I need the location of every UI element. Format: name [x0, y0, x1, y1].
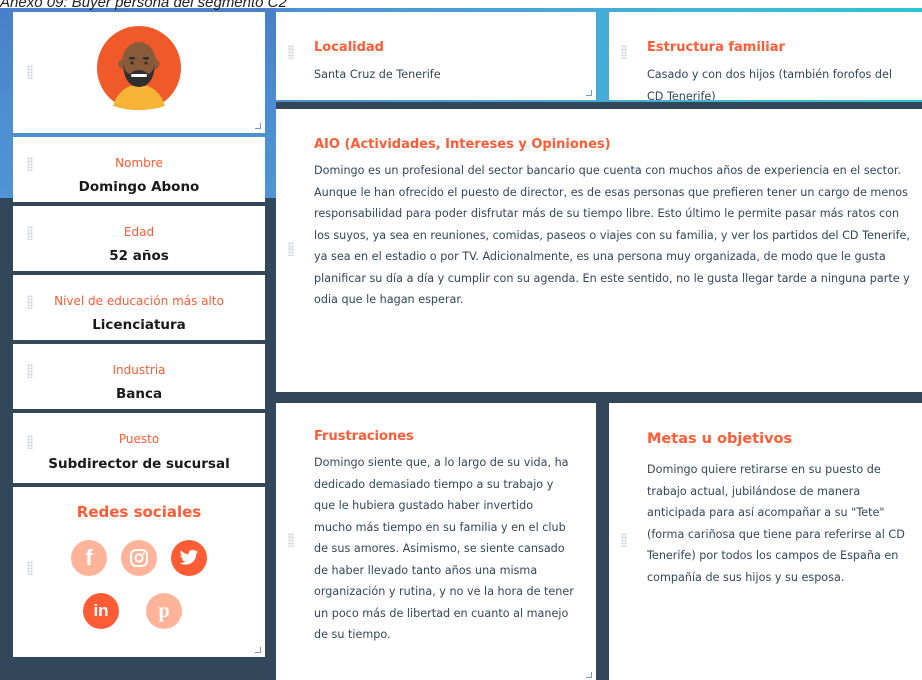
- drag-handle-icon[interactable]: [621, 45, 627, 59]
- localidad-card[interactable]: Localidad Santa Cruz de Tenerife: [276, 12, 596, 100]
- field-value: 52 años: [109, 248, 169, 264]
- twitter-icon[interactable]: [171, 540, 207, 576]
- field-value: Domingo Abono: [78, 179, 200, 195]
- field-card-puesto[interactable]: Puesto Subdirector de sucursal: [13, 413, 265, 483]
- frustraciones-title: Frustraciones: [314, 429, 414, 444]
- resize-handle-icon[interactable]: [586, 672, 592, 678]
- aio-text: Domingo es un profesional del sector ban…: [314, 164, 910, 306]
- drag-handle-icon[interactable]: [27, 561, 33, 575]
- pinterest-glyph: p: [158, 599, 170, 622]
- resize-handle-icon[interactable]: [255, 123, 261, 129]
- aio-title: AIO (Actividades, Intereses y Opiniones): [314, 137, 611, 152]
- drag-handle-icon[interactable]: [27, 65, 33, 79]
- social-title: Redes sociales: [76, 503, 202, 521]
- localidad-text: Santa Cruz de Tenerife: [314, 68, 441, 81]
- field-label: Nombre: [115, 156, 163, 170]
- field-label: Nivel de educación más alto: [54, 294, 224, 308]
- estructura-text-value: Casado y con dos hijos (también forofos …: [647, 68, 893, 100]
- estructura-title: Estructura familiar: [647, 40, 785, 55]
- linkedin-glyph: in: [93, 601, 109, 620]
- pinterest-icon[interactable]: p: [146, 593, 182, 629]
- metas-title: Metas u objetivos: [647, 431, 793, 447]
- linkedin-icon[interactable]: in: [83, 593, 119, 629]
- field-label: Industria: [112, 363, 166, 377]
- field-value: Licenciatura: [92, 317, 186, 333]
- facebook-icon[interactable]: f: [71, 540, 107, 576]
- field-card-industria[interactable]: Industria Banca: [13, 344, 265, 409]
- field-label: Edad: [123, 225, 155, 239]
- resize-handle-icon[interactable]: [586, 90, 592, 96]
- field-value: Banca: [115, 386, 163, 402]
- field-card-nombre[interactable]: Nombre Domingo Abono: [13, 137, 265, 202]
- localidad-title: Localidad: [314, 40, 384, 55]
- field-card-educacion[interactable]: Nivel de educación más alto Licenciatura: [13, 275, 265, 340]
- field-value: Subdirector de sucursal: [48, 456, 230, 472]
- social-card[interactable]: Redes sociales f in p: [13, 487, 265, 657]
- resize-handle-icon[interactable]: [255, 647, 261, 653]
- aio-card[interactable]: AIO (Actividades, Intereses y Opiniones)…: [276, 109, 922, 392]
- drag-handle-icon[interactable]: [288, 533, 294, 547]
- estructura-text: Casado y con dos hijos (también forofos …: [647, 64, 911, 100]
- bearded-man-avatar-icon: [97, 26, 181, 110]
- drag-handle-icon[interactable]: [621, 533, 627, 547]
- frustraciones-card[interactable]: Frustraciones Domingo siente que, a lo l…: [276, 403, 596, 680]
- figure-caption: Anexo 09: Buyer persona del segmento C2: [0, 0, 287, 11]
- metas-text: Domingo quiere retirarse en su puesto de…: [647, 463, 905, 584]
- drag-handle-icon[interactable]: [288, 45, 294, 59]
- field-card-edad[interactable]: Edad 52 años: [13, 206, 265, 271]
- frustraciones-text: Domingo siente que, a lo largo de su vid…: [314, 456, 574, 641]
- field-label: Puesto: [118, 432, 160, 446]
- facebook-glyph: f: [85, 545, 93, 570]
- estructura-card[interactable]: Estructura familiar Casado y con dos hij…: [609, 12, 922, 100]
- metas-card[interactable]: Metas u objetivos Domingo quiere retirar…: [609, 403, 922, 680]
- drag-handle-icon[interactable]: [288, 242, 294, 256]
- instagram-icon[interactable]: [121, 540, 157, 576]
- avatar-card[interactable]: [13, 12, 265, 133]
